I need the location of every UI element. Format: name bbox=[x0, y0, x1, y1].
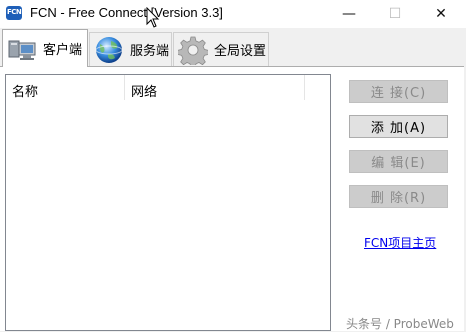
add-button[interactable]: 添 加(A) bbox=[349, 115, 448, 138]
tab-server-label: 服务端 bbox=[130, 44, 170, 59]
minimize-icon: — bbox=[342, 6, 356, 22]
homepage-link[interactable]: FCN项目主页 bbox=[364, 234, 436, 251]
delete-button[interactable]: 删 除(R) bbox=[349, 185, 448, 208]
maximize-button: ☐ bbox=[372, 0, 418, 28]
tab-bar: 客户端 服务端 全局设置 bbox=[0, 28, 466, 68]
edit-button[interactable]: 编 辑(E) bbox=[349, 150, 448, 173]
connect-button[interactable]: 连 接(C) bbox=[349, 80, 448, 103]
tab-global-settings[interactable]: 全局设置 bbox=[173, 32, 269, 68]
title-bar[interactable]: FCN FCN - Free Connect [Version 3.3] — ☐… bbox=[0, 0, 466, 28]
globe-icon bbox=[94, 35, 124, 65]
tab-client-label: 客户端 bbox=[43, 43, 83, 58]
tab-client[interactable]: 客户端 bbox=[2, 29, 88, 67]
column-header-name[interactable]: 名称 bbox=[6, 75, 125, 100]
maximize-icon: ☐ bbox=[388, 6, 402, 22]
fcn-app-icon: FCN bbox=[6, 6, 22, 20]
window-title: FCN - Free Connect [Version 3.3] bbox=[30, 5, 223, 20]
mouse-cursor-icon bbox=[146, 7, 160, 28]
computer-icon bbox=[7, 34, 37, 64]
column-header-network[interactable]: 网络 bbox=[125, 75, 305, 100]
tab-server[interactable]: 服务端 bbox=[89, 32, 172, 66]
app-icon-text: FCN bbox=[7, 8, 22, 16]
tab-global-settings-label: 全局设置 bbox=[214, 44, 267, 59]
client-panel: 名称 网络 连 接(C) 添 加(A) 编 辑(E) 删 除(R) FCN项目主… bbox=[0, 66, 464, 331]
close-icon: ✕ bbox=[435, 6, 447, 22]
list-header: 名称 网络 bbox=[6, 75, 330, 100]
watermark: 头条号 / ProbeWeb bbox=[346, 317, 454, 331]
connection-list[interactable]: 名称 网络 bbox=[5, 74, 331, 331]
minimize-button[interactable]: — bbox=[326, 0, 372, 28]
gear-icon bbox=[177, 35, 209, 68]
close-button[interactable]: ✕ bbox=[418, 0, 464, 28]
